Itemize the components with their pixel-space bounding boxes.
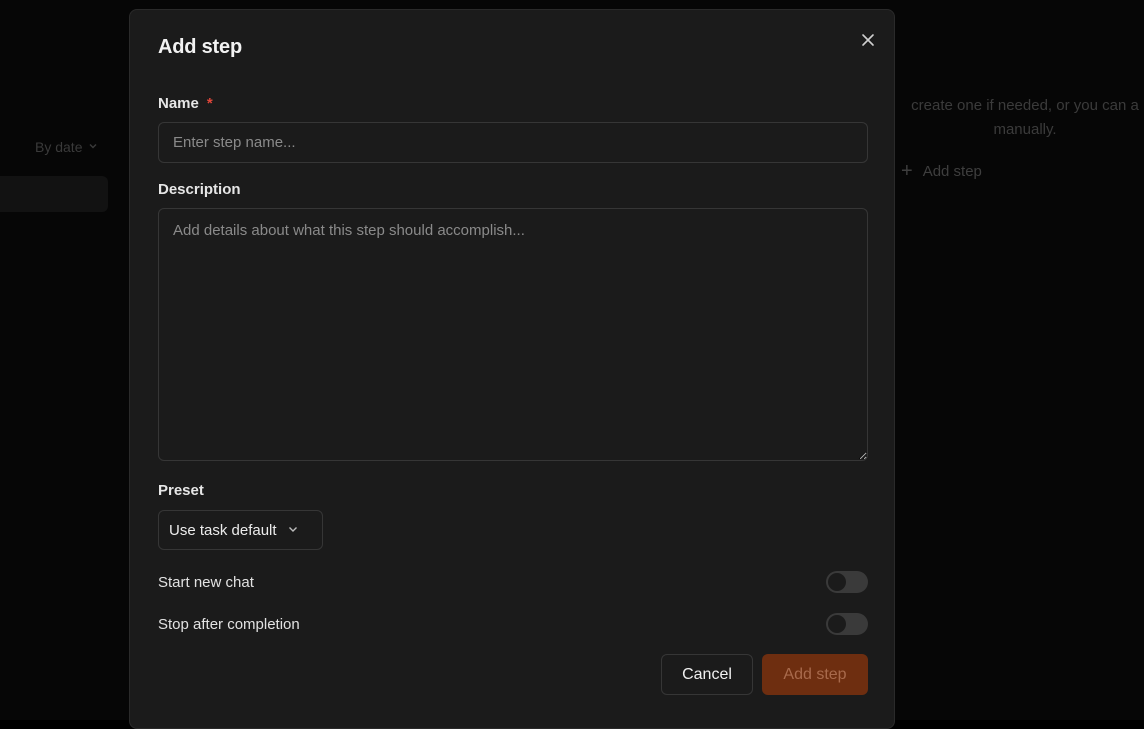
name-label: Name * <box>158 95 213 112</box>
close-icon <box>862 34 874 46</box>
preset-selected-value: Use task default <box>169 521 277 539</box>
required-indicator: * <box>206 95 213 112</box>
stop-after-completion-toggle[interactable] <box>826 613 868 635</box>
selected-list-item <box>0 176 108 212</box>
background-add-step-label: Add step <box>922 162 982 180</box>
description-label: Description <box>158 181 241 198</box>
stop-after-completion-row: Stop after completion <box>158 612 868 636</box>
hint-line-2: manually. <box>993 121 1057 138</box>
chevron-down-icon <box>287 522 299 539</box>
start-new-chat-row: Start new chat <box>158 570 868 594</box>
background-add-step-button: + Add step <box>901 161 982 181</box>
stop-after-completion-label: Stop after completion <box>158 615 300 633</box>
preset-label: Preset <box>158 482 204 499</box>
cancel-button[interactable]: Cancel <box>661 654 753 695</box>
chevron-down-icon <box>88 141 98 154</box>
step-description-textarea[interactable] <box>158 208 868 461</box>
start-new-chat-label: Start new chat <box>158 573 254 591</box>
preset-select[interactable]: Use task default <box>158 510 323 550</box>
start-new-chat-toggle[interactable] <box>826 571 868 593</box>
step-name-input[interactable] <box>158 122 868 163</box>
hint-line-1: create one if needed, or you can a <box>911 97 1139 114</box>
dialog-title: Add step <box>158 36 242 58</box>
close-button[interactable] <box>856 28 880 52</box>
plus-icon: + <box>901 160 913 182</box>
empty-state-hint: create one if needed, or you can a manua… <box>895 94 1144 142</box>
sort-dropdown: By date <box>35 139 98 155</box>
toggle-knob <box>828 615 846 633</box>
add-step-submit-button[interactable]: Add step <box>762 654 868 695</box>
sort-label: By date <box>35 139 83 155</box>
add-step-dialog: Add step Name * Description Preset Use ta… <box>129 9 895 729</box>
name-label-text: Name <box>158 95 199 112</box>
toggle-knob <box>828 573 846 591</box>
